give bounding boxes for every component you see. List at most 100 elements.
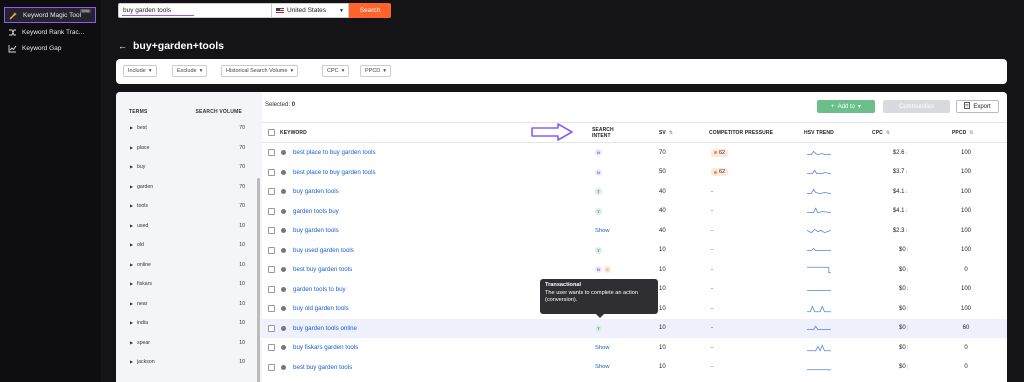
search-button[interactable]: Search — [349, 3, 391, 18]
intent-badge[interactable]: T — [595, 324, 602, 332]
add-keyword-icon[interactable] — [281, 345, 286, 351]
caret-right-icon[interactable]: ▶ — [130, 242, 133, 247]
row-checkbox[interactable] — [268, 305, 275, 313]
filter-include[interactable]: Include ▾ — [123, 65, 157, 77]
add-keyword-icon[interactable] — [281, 169, 286, 175]
add-keyword-icon[interactable] — [281, 208, 286, 214]
table-row[interactable]: best place to buy garden tools N 70 62 $2.6 ↓… — [262, 143, 1007, 163]
row-checkbox[interactable] — [268, 168, 275, 176]
intent-badge[interactable]: N — [595, 149, 602, 157]
intent-badge[interactable]: N — [595, 266, 602, 274]
filter-ppcd[interactable]: PPCD ▾ — [360, 65, 392, 77]
header-keyword[interactable]: KEYWORD — [280, 123, 307, 142]
row-checkbox[interactable] — [268, 266, 275, 274]
intent-badge[interactable]: T — [595, 188, 602, 196]
sidebar-item-keyword-rank-tracker[interactable]: Keyword Rank Trac... — [4, 24, 96, 40]
term-row[interactable]: ▶ best 70 — [116, 125, 253, 145]
table-row[interactable]: best place to buy garden tools N 50 62 $3.7 ↓… — [262, 163, 1007, 183]
intent-show-link[interactable]: Show — [595, 364, 610, 370]
keyword-link[interactable]: buy used garden tools — [293, 247, 354, 254]
keyword-link[interactable]: best buy garden tools — [293, 266, 352, 273]
keyword-link[interactable]: buy garden tools — [293, 227, 339, 234]
header-ppcd[interactable]: PPCD ⇅ — [952, 123, 974, 142]
caret-right-icon[interactable]: ▶ — [130, 320, 133, 325]
filter-cpc[interactable]: CPC ▾ — [322, 65, 350, 77]
term-row[interactable]: ▶ near 10 — [116, 301, 253, 321]
row-checkbox[interactable] — [268, 344, 275, 352]
row-checkbox[interactable] — [268, 246, 275, 254]
caret-right-icon[interactable]: ▶ — [130, 359, 133, 364]
keyword-link[interactable]: buy garden tools — [293, 188, 339, 195]
table-row[interactable]: buy used garden tools T 10 - $0 | 100 — [262, 241, 1007, 261]
keyword-link[interactable]: best place to buy garden tools — [293, 169, 376, 176]
add-keyword-icon[interactable] — [281, 228, 286, 234]
add-keyword-icon[interactable] — [281, 325, 286, 331]
keyword-link[interactable]: garden tools buy — [293, 208, 339, 215]
table-row[interactable]: best buy garden tools N C 10 - $0 | 0 — [262, 260, 1007, 280]
row-checkbox[interactable] — [268, 324, 275, 332]
filter-historical-search-volume[interactable]: Historical Search Volume ▾ — [221, 65, 299, 77]
search-input[interactable]: buy garden tools — [118, 3, 272, 18]
row-checkbox[interactable] — [268, 285, 275, 293]
term-row[interactable]: ▶ garden 70 — [116, 184, 253, 204]
term-row[interactable]: ▶ spear 10 — [116, 340, 253, 360]
keyword-link[interactable]: buy garden tools online — [293, 325, 357, 332]
header-hsv-trend[interactable]: HSV TREND — [804, 123, 834, 142]
intent-badge[interactable]: T — [595, 246, 602, 254]
terms-scrollbar[interactable] — [257, 178, 260, 382]
communities-button[interactable]: Communities — [883, 100, 950, 113]
caret-right-icon[interactable]: ▶ — [130, 184, 133, 189]
add-keyword-icon[interactable] — [281, 286, 286, 292]
select-all-checkbox[interactable] — [268, 129, 275, 136]
caret-right-icon[interactable]: ▶ — [130, 125, 133, 130]
intent-show-link[interactable]: Show — [595, 345, 610, 351]
database-select[interactable]: United States ▼ — [272, 3, 349, 18]
sidebar-item-keyword-gap[interactable]: Keyword Gap — [4, 40, 96, 56]
caret-right-icon[interactable]: ▶ — [130, 262, 133, 267]
header-cpc[interactable]: CPC ⇅ — [872, 123, 890, 142]
add-keyword-icon[interactable] — [281, 150, 286, 156]
intent-show-link[interactable]: Show — [595, 228, 610, 234]
intent-badge[interactable]: N — [595, 168, 602, 176]
caret-right-icon[interactable]: ▶ — [130, 164, 133, 169]
keyword-link[interactable]: buy fiskars garden tools — [293, 344, 358, 351]
intent-badge[interactable]: T — [595, 207, 602, 215]
term-row[interactable]: ▶ india 10 — [116, 320, 253, 340]
table-row[interactable]: buy fiskars garden tools Show 10 - $0 | 0 — [262, 338, 1007, 358]
caret-right-icon[interactable]: ▶ — [130, 301, 133, 306]
back-arrow-icon[interactable]: ← — [118, 41, 127, 51]
caret-right-icon[interactable]: ▶ — [130, 145, 133, 150]
table-row[interactable]: buy garden tools T 40 - $4.1 ↓ 100 — [262, 182, 1007, 202]
header-competitor-pressure[interactable]: COMPETITOR PRESSURE — [709, 123, 773, 142]
term-row[interactable]: ▶ buy 70 — [116, 164, 253, 184]
term-row[interactable]: ▶ used 10 — [116, 223, 253, 243]
term-row[interactable]: ▶ fiskars 10 — [116, 281, 253, 301]
row-checkbox[interactable] — [268, 188, 275, 196]
sidebar-item-keyword-magic-tool[interactable]: Keyword Magic Tool beta — [4, 7, 96, 23]
filter-exclude[interactable]: Exclude ▾ — [172, 65, 208, 77]
table-row[interactable]: buy garden tools Show 40 - $2.3 ↓ 100 — [262, 221, 1007, 241]
keyword-link[interactable]: buy old garden tools — [293, 305, 349, 312]
caret-right-icon[interactable]: ▶ — [130, 203, 133, 208]
header-sv[interactable]: SV ⇅ — [659, 123, 673, 142]
row-checkbox[interactable] — [268, 149, 275, 157]
table-row[interactable]: best buy garden tools Show 10 - $0 | 0 — [262, 358, 1007, 378]
keyword-link[interactable]: best buy garden tools — [293, 364, 352, 371]
export-button[interactable]: Export — [956, 100, 999, 113]
row-checkbox[interactable] — [268, 363, 275, 371]
term-row[interactable]: ▶ tools 70 — [116, 203, 253, 223]
caret-right-icon[interactable]: ▶ — [130, 281, 133, 286]
add-keyword-icon[interactable] — [281, 267, 286, 273]
caret-right-icon[interactable]: ▶ — [130, 223, 133, 228]
header-search-intent[interactable]: SEARCH INTENT — [592, 123, 614, 142]
table-row[interactable]: buy garden tools online T 10 - $0 | 60 — [262, 318, 1007, 338]
row-checkbox[interactable] — [268, 207, 275, 215]
add-keyword-icon[interactable] — [281, 306, 286, 312]
term-row[interactable]: ▶ jackson 10 — [116, 359, 253, 379]
table-row[interactable]: garden tools buy T 40 - $4.1 ↓ 100 — [262, 202, 1007, 222]
term-row[interactable]: ▶ online 10 — [116, 262, 253, 282]
term-row[interactable]: ▶ place 70 — [116, 145, 253, 165]
row-checkbox[interactable] — [268, 227, 275, 235]
keyword-link[interactable]: garden tools to buy — [293, 286, 346, 293]
add-keyword-icon[interactable] — [281, 364, 286, 370]
